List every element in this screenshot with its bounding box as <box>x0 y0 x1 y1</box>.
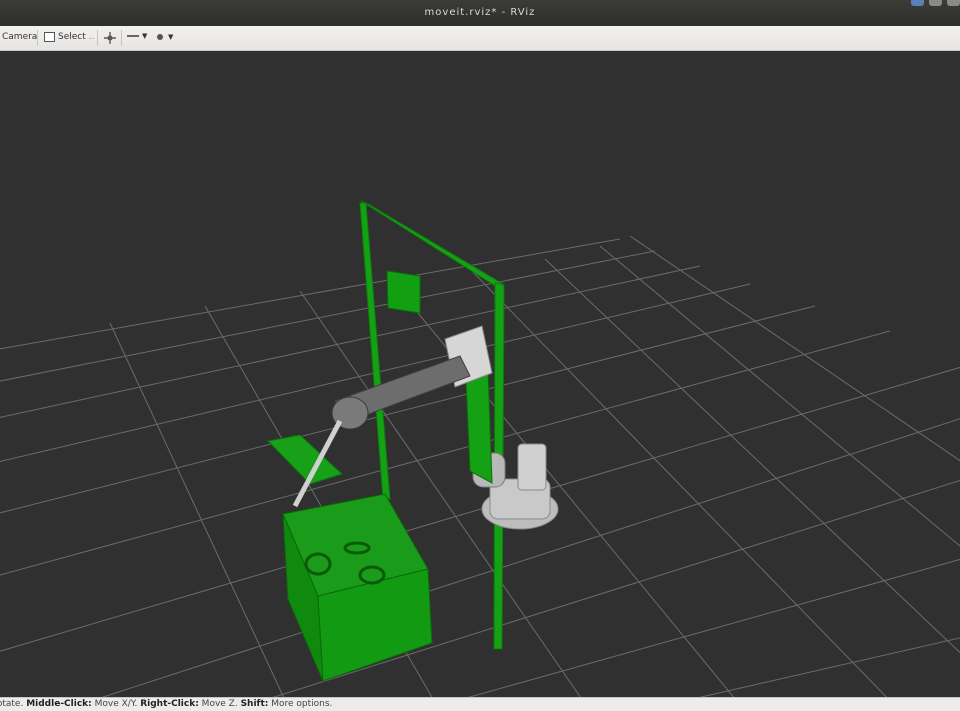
publish-point-icon <box>157 34 163 40</box>
status-shift-value: More options. <box>268 699 333 709</box>
window-title: moveit.rviz* - RViz <box>424 7 536 18</box>
measure-dropdown-icon[interactable]: ▼ <box>142 32 147 40</box>
minimize-button[interactable] <box>911 0 924 6</box>
move-camera-tool-button[interactable] <box>104 32 116 44</box>
green-bin <box>282 493 433 682</box>
3d-render-viewport[interactable] <box>0 51 960 697</box>
select-icon <box>44 32 55 42</box>
toolbar-separator <box>97 30 98 46</box>
status-rotate-key: Rotate. <box>0 699 24 709</box>
move-camera-icon <box>104 32 116 44</box>
select-tool-button[interactable]: Select .. <box>44 32 95 42</box>
status-hint: Rotate. Middle-Click: Move X/Y. Right-Cl… <box>0 699 332 709</box>
publish-point-tool-button[interactable]: ▼ <box>155 32 173 42</box>
publish-point-dropdown-icon[interactable]: ▼ <box>168 33 173 41</box>
measure-icon <box>127 35 139 37</box>
status-bar: Rotate. Middle-Click: Move X/Y. Right-Cl… <box>0 697 960 711</box>
robot-arm <box>292 325 559 530</box>
toolbar-separator <box>37 30 38 46</box>
camera-tool-label: Camera <box>2 32 38 42</box>
toolbar-separator <box>121 30 122 46</box>
status-shift-key: Shift: <box>240 699 269 709</box>
status-middle-click-key: Middle-Click: <box>26 699 92 709</box>
close-button[interactable] <box>947 0 960 6</box>
select-overflow-dots: .. <box>88 32 95 42</box>
camera-tool-button[interactable]: Camera <box>2 32 37 42</box>
window-titlebar: moveit.rviz* - RViz <box>0 0 960 26</box>
small-box <box>386 270 421 314</box>
scene-canvas <box>0 200 960 697</box>
status-middle-click-value: Move X/Y. <box>91 699 141 709</box>
select-tool-label: Select <box>58 32 86 42</box>
measure-tool-button[interactable]: ▼ <box>127 32 147 40</box>
maximize-button[interactable] <box>929 0 942 6</box>
tools-toolbar: Camera Select .. ▼ ▼ <box>0 26 960 51</box>
status-right-click-key: Right-Click: <box>140 699 199 709</box>
status-right-click-value: Move Z. <box>198 699 241 709</box>
